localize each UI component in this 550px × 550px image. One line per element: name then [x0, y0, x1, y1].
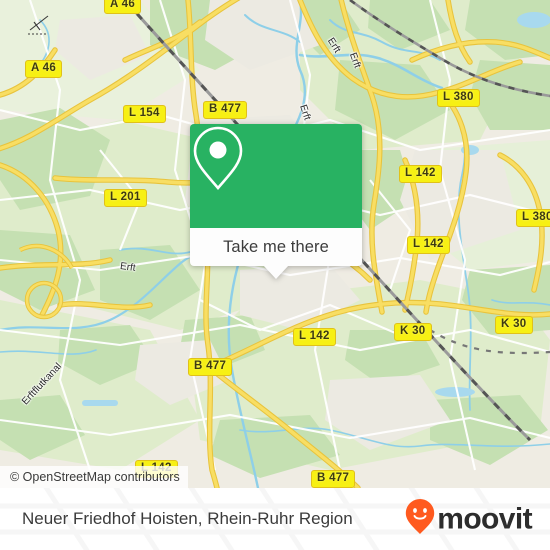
shield-l380-right: L 380	[516, 209, 550, 227]
popup-pin-panel	[190, 124, 362, 228]
river-label-erft-4: Erft	[119, 260, 137, 275]
map-canvas[interactable]: A 46 A 46 L 154 B 477 L 380 L 142 L 380 …	[0, 0, 550, 488]
moovit-logo[interactable]: moovit	[405, 499, 533, 540]
footer-bar: Neuer Friedhof Hoisten, Rhein-Ruhr Regio…	[0, 488, 550, 550]
popup-tail	[263, 265, 289, 279]
shield-l142-mid: L 142	[407, 236, 450, 254]
shield-b477-bottom: B 477	[311, 470, 356, 488]
map-attribution[interactable]: © OpenStreetMap contributors	[0, 466, 188, 488]
moovit-wordmark: moovit	[437, 502, 532, 535]
take-me-there-button[interactable]: Take me there	[190, 228, 362, 266]
shield-k30-right: K 30	[495, 316, 533, 334]
shield-a46: A 46	[25, 60, 63, 78]
moovit-map-page: A 46 A 46 L 154 B 477 L 380 L 142 L 380 …	[0, 0, 550, 550]
shield-b477-top: B 477	[203, 101, 248, 119]
shield-l142-upper: L 142	[399, 165, 442, 183]
take-me-there-label: Take me there	[223, 237, 329, 256]
shield-b477-lower: B 477	[188, 358, 233, 376]
shield-l154: L 154	[123, 105, 166, 123]
location-popup[interactable]: Take me there	[190, 124, 362, 279]
shield-l201: L 201	[104, 189, 147, 207]
moovit-smiley-pin-icon	[405, 499, 435, 540]
shield-l380-top: L 380	[437, 89, 480, 107]
shield-l142-center: L 142	[293, 328, 336, 346]
shield-k30-left: K 30	[394, 323, 432, 341]
shield-a46-top: A 46	[104, 0, 142, 14]
page-title: Neuer Friedhof Hoisten, Rhein-Ruhr Regio…	[22, 509, 353, 528]
attribution-text: © OpenStreetMap contributors	[10, 470, 180, 484]
